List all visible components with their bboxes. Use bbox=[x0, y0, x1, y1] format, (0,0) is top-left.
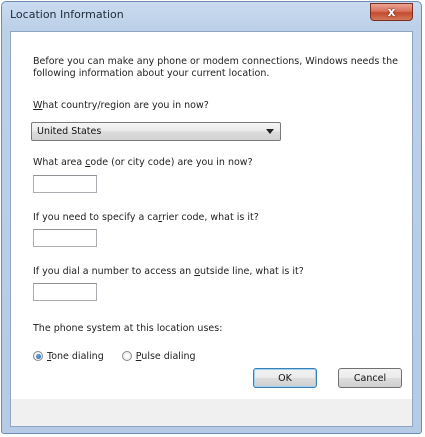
dialing-options: Tone dialing Pulse dialing bbox=[33, 349, 196, 363]
tone-dialing-option[interactable]: Tone dialing bbox=[33, 351, 104, 362]
area-code-label: What area code (or city code) are you in… bbox=[33, 157, 253, 168]
country-label: What country/region are you in now? bbox=[33, 100, 209, 111]
cancel-button[interactable]: Cancel bbox=[338, 368, 402, 388]
pulse-dialing-option[interactable]: Pulse dialing bbox=[121, 350, 196, 362]
tone-dialing-label: Tone dialing bbox=[47, 350, 104, 362]
carrier-code-input[interactable] bbox=[33, 229, 97, 247]
dialog-body: Before you can make any phone or modem c… bbox=[10, 31, 413, 400]
chevron-down-icon bbox=[266, 129, 274, 134]
title-bar[interactable]: Location Information x bbox=[2, 2, 421, 30]
outside-line-input[interactable] bbox=[33, 283, 97, 301]
location-information-dialog: Location Information x Before you can ma… bbox=[1, 1, 422, 434]
radio-selected-dot bbox=[35, 353, 41, 359]
tone-dialing-radio[interactable] bbox=[33, 351, 43, 361]
phone-system-label: The phone system at this location uses: bbox=[33, 323, 223, 334]
area-code-input[interactable] bbox=[33, 175, 97, 193]
pulse-dialing-radio[interactable] bbox=[121, 351, 132, 361]
outside-line-label: If you dial a number to access an outsid… bbox=[33, 266, 304, 277]
close-icon: x bbox=[387, 5, 396, 19]
window-title: Location Information bbox=[10, 8, 124, 21]
pulse-dialing-label: Pulse dialing bbox=[135, 350, 196, 362]
country-select-value: United States bbox=[37, 126, 102, 137]
ok-button[interactable]: OK bbox=[253, 368, 317, 388]
carrier-code-label: If you need to specify a carrier code, w… bbox=[33, 212, 259, 223]
intro-text: Before you can make any phone or modem c… bbox=[33, 56, 398, 79]
country-select[interactable]: United States bbox=[31, 122, 281, 141]
dialog-footer bbox=[10, 399, 413, 427]
close-button[interactable]: x bbox=[370, 3, 413, 21]
